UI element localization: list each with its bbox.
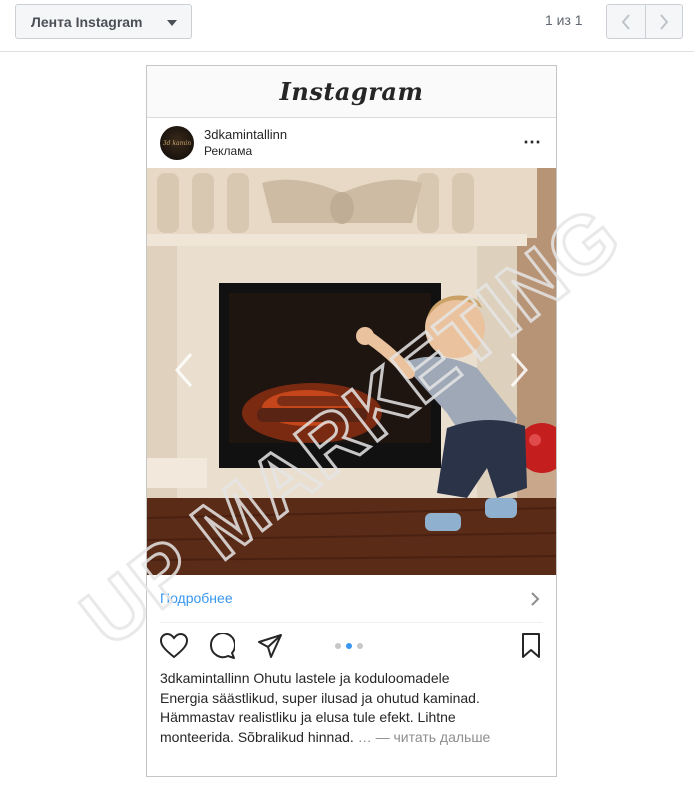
ad-image[interactable] bbox=[147, 168, 556, 575]
carousel-prev-button[interactable] bbox=[169, 348, 199, 392]
comment-icon[interactable] bbox=[209, 633, 235, 659]
share-icon[interactable] bbox=[257, 633, 283, 659]
chevron-left-icon bbox=[175, 353, 193, 387]
pager-count: 1 из 1 bbox=[545, 12, 583, 28]
avatar[interactable]: 3d kamin bbox=[160, 126, 194, 160]
caption-line: Hämmastav realistliku ja elusa tule efek… bbox=[160, 709, 456, 725]
caption-line: Energia säästlikud, super ilusad ja ohut… bbox=[160, 689, 480, 706]
chevron-right-icon bbox=[659, 13, 669, 30]
next-button[interactable] bbox=[644, 5, 683, 38]
cta-bar[interactable]: Подробнее bbox=[160, 575, 543, 623]
carousel-dot bbox=[357, 643, 363, 649]
instagram-header: Instagram bbox=[147, 66, 556, 118]
instagram-ad-preview: Instagram 3d kamin 3dkamintallinn Реклам… bbox=[146, 65, 557, 777]
post-actions bbox=[147, 623, 556, 669]
caret-down-icon bbox=[167, 20, 177, 26]
learn-more-link[interactable]: Подробнее bbox=[160, 590, 233, 606]
pager-controls bbox=[606, 4, 683, 39]
chevron-right-icon[interactable] bbox=[530, 591, 540, 607]
instagram-logo: Instagram bbox=[279, 77, 424, 106]
account-name[interactable]: 3dkamintallinn bbox=[204, 127, 287, 142]
read-more-link[interactable]: … — читать дальше bbox=[358, 729, 491, 745]
post-caption: 3dkamintallinn Ohutu lastele ja koduloom… bbox=[147, 669, 556, 747]
previous-button[interactable] bbox=[607, 5, 645, 38]
fireplace-photo bbox=[147, 168, 556, 575]
caption-title: 3dkamintallinn Ohutu lastele ja koduloom… bbox=[160, 670, 450, 686]
post-header: 3d kamin 3dkamintallinn Реклама ⋯ bbox=[147, 118, 556, 168]
caption-line: monteerida. Sõbralikud hinnad. bbox=[160, 728, 358, 745]
sponsored-label: Реклама bbox=[204, 144, 253, 158]
carousel-indicator bbox=[335, 643, 363, 649]
chevron-right-icon bbox=[510, 353, 528, 387]
preview-toolbar: Лента Instagram 1 из 1 bbox=[0, 0, 694, 52]
carousel-next-button[interactable] bbox=[504, 348, 534, 392]
bookmark-icon[interactable] bbox=[522, 633, 540, 659]
chevron-left-icon bbox=[621, 13, 630, 30]
heart-icon[interactable] bbox=[160, 633, 188, 659]
avatar-logo-text: 3d kamin bbox=[162, 139, 192, 147]
more-options-icon[interactable]: ⋯ bbox=[523, 132, 542, 153]
placement-dropdown[interactable]: Лента Instagram bbox=[15, 4, 192, 39]
placement-dropdown-label: Лента Instagram bbox=[31, 13, 143, 30]
carousel-dot-active bbox=[346, 643, 352, 649]
carousel-dot bbox=[335, 643, 341, 649]
